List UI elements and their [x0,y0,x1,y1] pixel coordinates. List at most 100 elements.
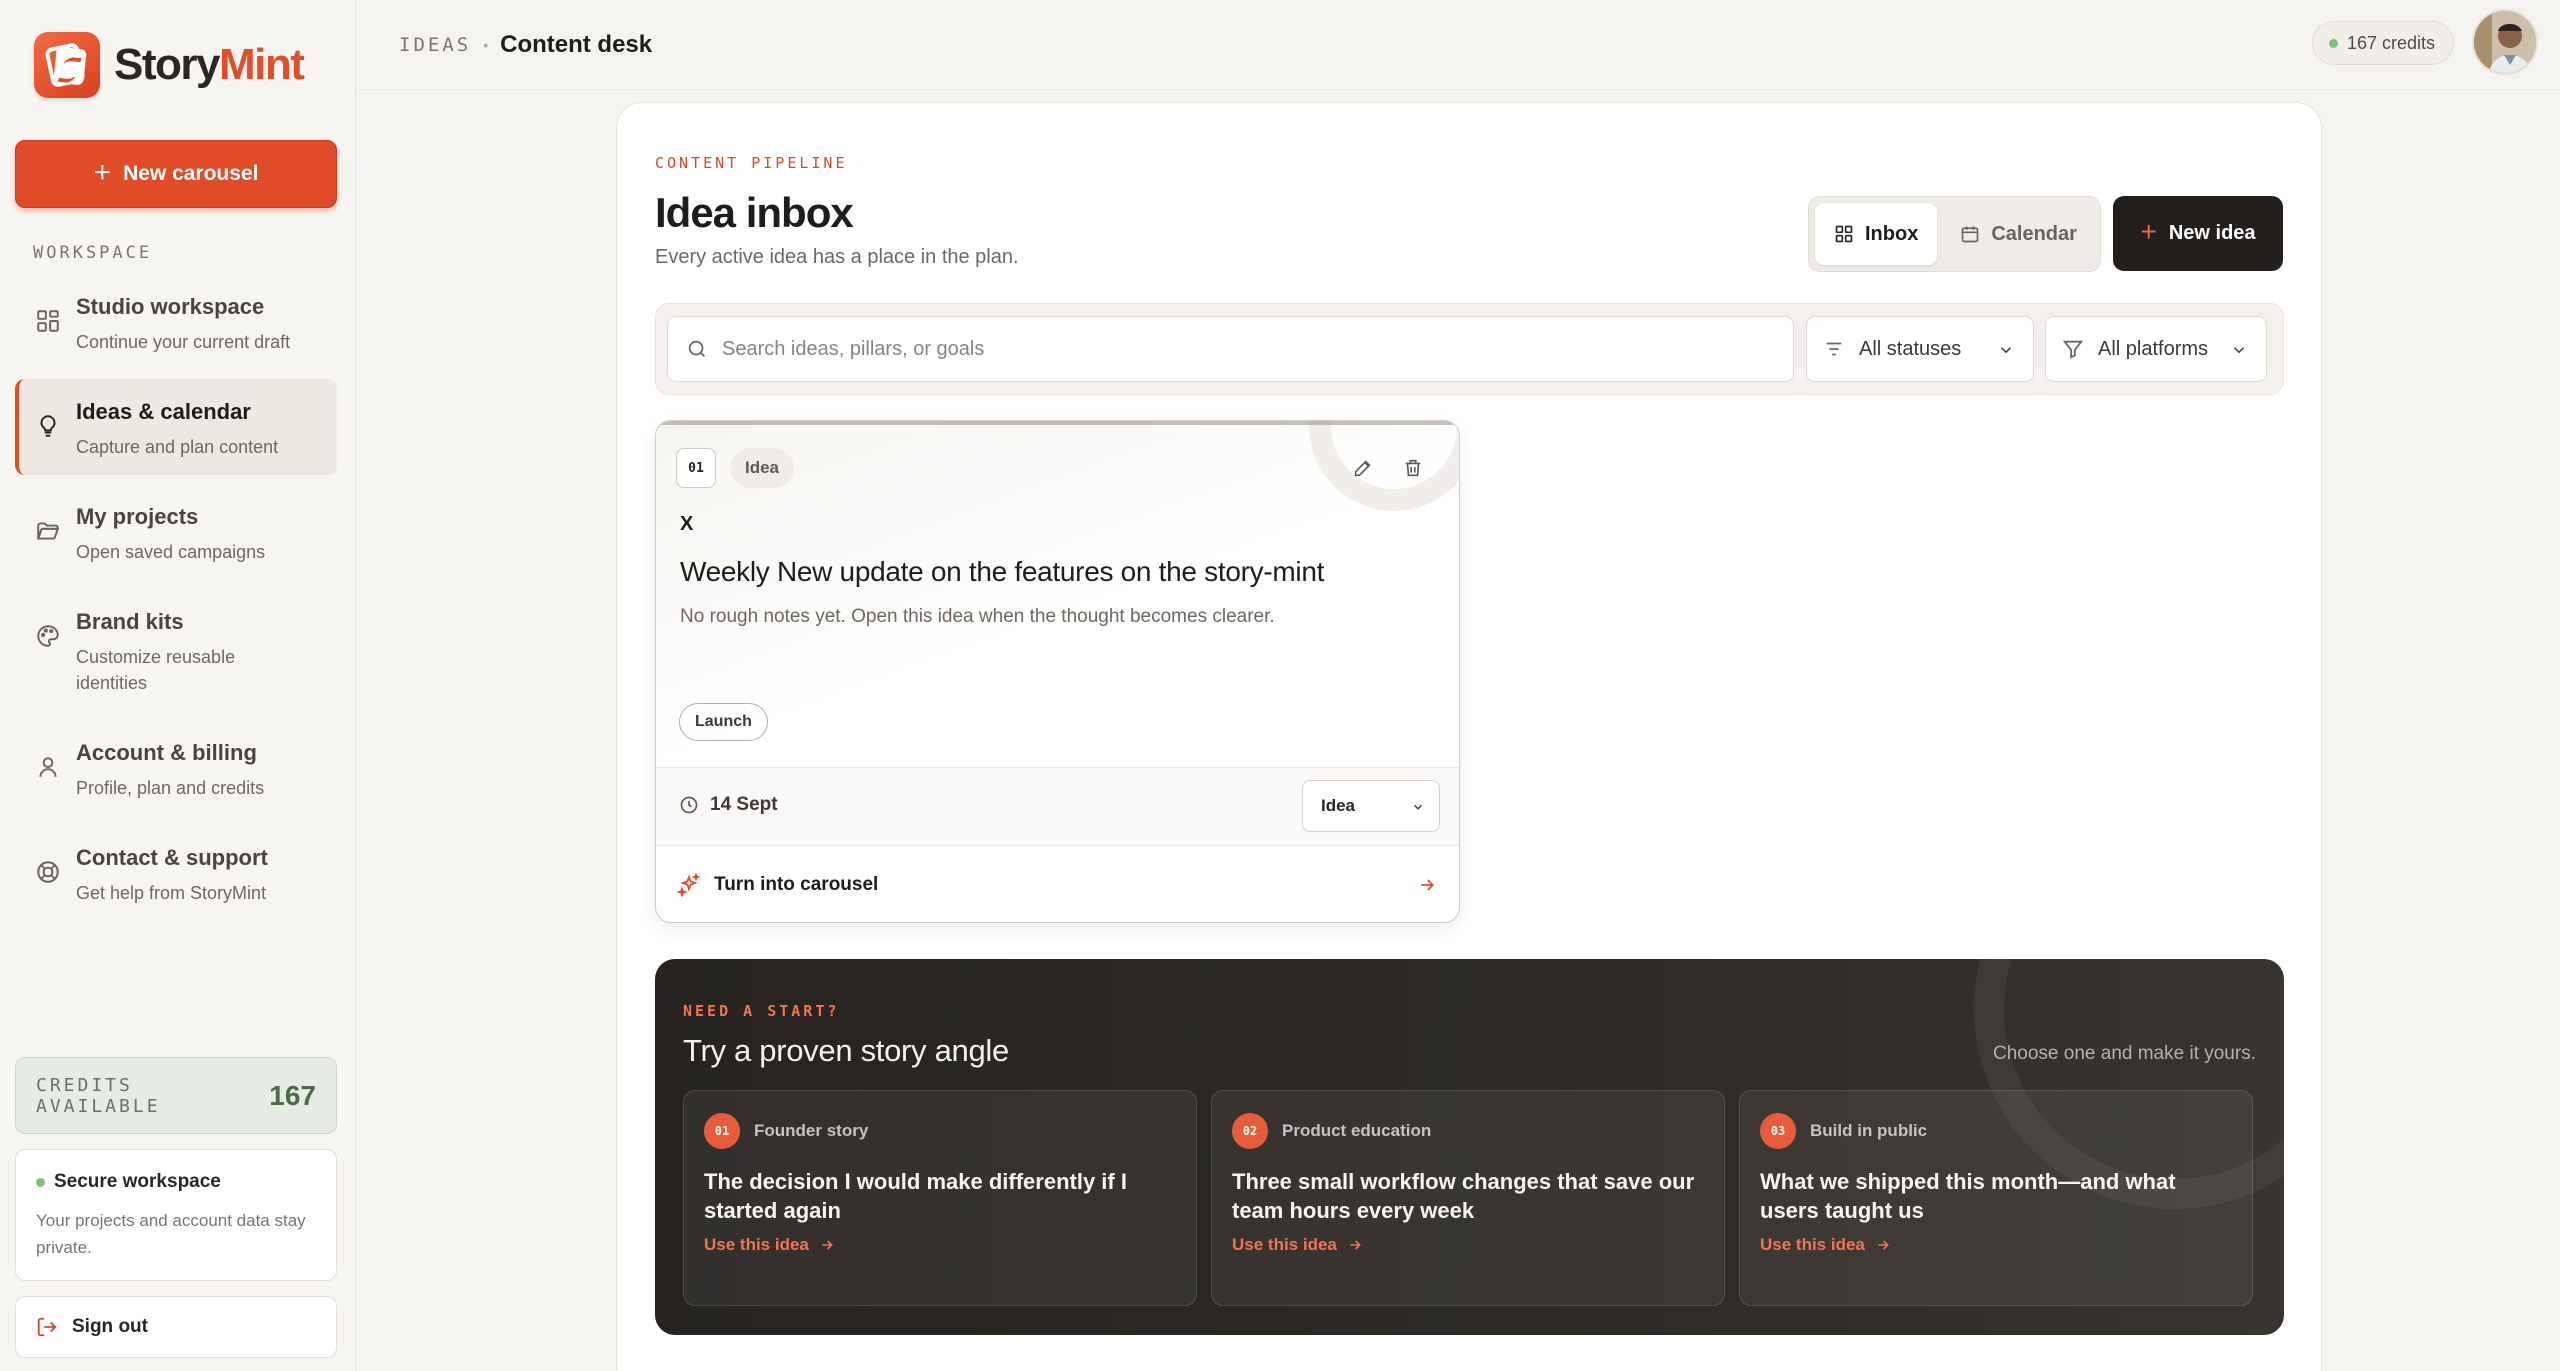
idea-card-footer: 14 Sept Idea [656,767,1459,845]
avatar-photo-icon [2474,11,2536,73]
sidebar-item-projects[interactable]: My projects Open saved campaigns [15,484,337,580]
use-this-idea-link[interactable]: Use this idea [1760,1235,2232,1255]
arrow-right-icon [1878,1240,1889,1250]
tab-calendar-label: Calendar [1991,222,2077,245]
storymint-logo-icon [34,32,100,98]
tab-inbox-label: Inbox [1865,222,1919,245]
search-icon [688,340,705,357]
sidebar-item-title: Contact & support [76,845,268,870]
sparkles-icon [677,872,701,897]
funnel-icon [2062,340,2084,359]
lifebuoy-icon [37,861,59,883]
sidebar-item-title: Ideas & calendar [76,399,251,424]
sidebar-item-title: Account & billing [76,740,257,765]
credits-pill-label: 167 credits [2346,32,2435,53]
content-pipeline-eyebrow: CONTENT PIPELINE [655,154,848,172]
trash-icon [1405,459,1421,477]
use-this-idea-link[interactable]: Use this idea [704,1235,1176,1255]
chevron-down-icon [2233,347,2245,354]
logout-icon [37,1317,57,1337]
view-toggle: Inbox Calendar [1808,196,2101,272]
search-input[interactable] [722,337,1722,361]
sidebar: StoryMint + New carousel WORKSPACE Studi… [0,0,356,1371]
palette-icon [37,625,59,647]
app-logo[interactable]: StoryMint [34,32,305,98]
breadcrumb-page: Content desk [500,30,653,58]
filter-bar: All statuses All platforms [655,303,2284,395]
sidebar-item-contact-support[interactable]: Contact & support Get help from StoryMin… [15,825,337,921]
sidebar-item-title: Studio workspace [76,294,265,319]
new-idea-button[interactable]: + New idea [2113,196,2283,271]
pillar-tag[interactable]: Launch [679,703,768,741]
angle-category: Founder story [754,1121,869,1140]
angle-card[interactable]: 01 Founder story The decision I would mak… [683,1090,1197,1306]
edit-button[interactable] [1346,451,1380,485]
grid-icon [37,310,59,332]
grid-icon [1835,225,1853,243]
delete-button[interactable] [1396,451,1430,485]
use-this-idea-link[interactable]: Use this idea [1232,1235,1704,1255]
lightbulb-icon [40,415,56,437]
calendar-icon [1962,226,1979,243]
breadcrumb-separator: • [483,36,489,53]
page-title: Idea inbox [655,189,854,236]
angle-title: Three small workflow changes that save o… [1232,1169,1695,1223]
status-dot-icon [36,1177,45,1187]
chevron-down-icon [1414,804,1422,810]
secure-title: Secure workspace [36,1171,316,1193]
idea-status-select[interactable]: Idea [1302,780,1440,832]
need-a-start-eyebrow: NEED A START? [683,1002,840,1020]
story-angle-title: Try a proven story angle [683,1033,1009,1068]
folder-icon [36,522,60,540]
idea-status-value: Idea [1321,796,1356,815]
sidebar-item-subtitle: Get help from StoryMint [76,883,267,903]
sidebar-item-studio[interactable]: Studio workspace Continue your current d… [15,274,337,370]
sign-out-button[interactable]: Sign out [15,1296,337,1358]
sidebar-item-brand-kits[interactable]: Brand kits Customize reusable identities [15,589,337,711]
angle-title: The decision I would make differently if… [704,1169,1127,1223]
tab-inbox[interactable]: Inbox [1815,203,1938,265]
plus-icon: + [2140,216,2157,247]
angle-category: Product education [1282,1121,1432,1140]
idea-card[interactable]: 01 Idea X Weekly New update on the featu… [655,420,1460,923]
workspace-section-label: WORKSPACE [33,243,153,263]
clock-icon [680,796,698,814]
sidebar-item-subtitle: Customize reusable identities [76,647,236,693]
user-icon [39,757,57,777]
angle-category: Build in public [1810,1121,1928,1140]
angle-title: What we shipped this month—and what user… [1760,1169,2176,1223]
sidebar-item-ideas-calendar[interactable]: Ideas & calendar Capture and plan conten… [15,379,337,475]
angle-card[interactable]: 02 Product education Three small workflow… [1211,1090,1725,1306]
arrow-right-icon [1350,1240,1361,1250]
new-idea-label: New idea [2168,222,2256,244]
arrow-right-icon [1421,879,1435,891]
angle-number: 03 [1760,1113,1796,1149]
new-carousel-button[interactable]: + New carousel [15,140,337,208]
new-carousel-label: New carousel [123,162,259,185]
tab-calendar[interactable]: Calendar [1941,203,2096,265]
platform-filter-select[interactable]: All platforms [2045,316,2267,382]
status-filter-select[interactable]: All statuses [1806,316,2034,382]
chevron-down-icon [2000,347,2012,354]
sign-out-label: Sign out [72,1316,148,1337]
page-subtitle: Every active idea has a place in the pla… [655,246,1019,268]
plus-icon: + [93,155,112,189]
pencil-icon [1354,460,1371,477]
credits-pill[interactable]: 167 credits [2311,21,2454,65]
turn-into-carousel-button[interactable]: Turn into carousel [656,845,1459,922]
sidebar-item-account-billing[interactable]: Account & billing Profile, plan and cred… [15,720,337,816]
idea-notes: No rough notes yet. Open this idea when … [680,606,1275,627]
angle-number: 01 [704,1113,740,1149]
main-content-card: CONTENT PIPELINE Idea inbox Every active… [616,102,2322,1371]
brand-name: StoryMint [114,40,305,89]
search-box [667,316,1794,382]
sidebar-item-subtitle: Capture and plan content [76,437,279,457]
angle-card[interactable]: 03 Build in public What we shipped this m… [1739,1090,2253,1306]
user-avatar[interactable] [2472,9,2538,75]
idea-date: 14 Sept [679,794,778,816]
credits-value: 167 [269,1079,316,1111]
top-bar: IDEAS • Content desk 167 credits [357,0,2560,90]
angle-number: 02 [1232,1113,1268,1149]
sidebar-item-subtitle: Continue your current draft [76,332,291,352]
breadcrumb-section[interactable]: IDEAS [399,34,471,56]
